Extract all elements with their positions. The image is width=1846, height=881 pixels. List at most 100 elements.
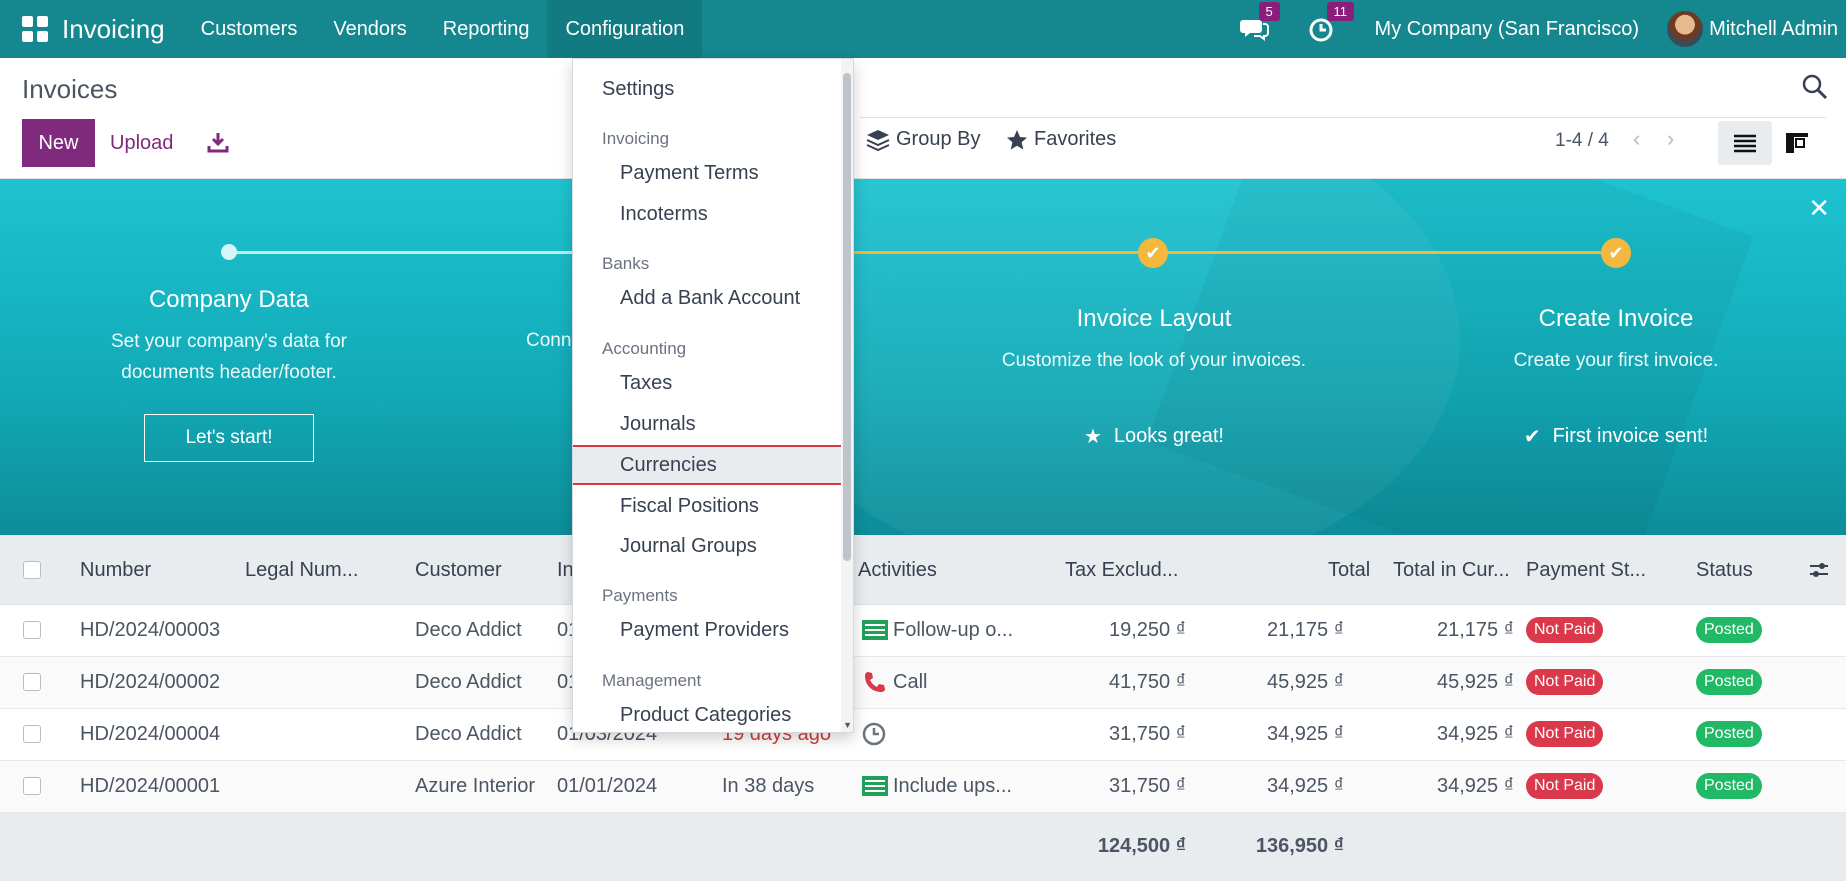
step-description: Set your company's data for: [111, 331, 347, 352]
favorites-button[interactable]: Favorites: [1006, 128, 1116, 151]
control-panel: Invoices New Upload Group By Favorites 1…: [0, 58, 1846, 179]
step-company-data: Company Data Set your company's data for…: [29, 286, 429, 462]
close-banner-icon[interactable]: ✕: [1808, 193, 1830, 224]
menu-configuration[interactable]: Configuration: [547, 0, 703, 58]
table-row[interactable]: HD/2024/00004 Deco Addict 01/03/2024 19 …: [0, 709, 1846, 761]
step-description: documents header/footer.: [121, 362, 337, 383]
user-avatar[interactable]: [1667, 11, 1704, 47]
column-settings-icon[interactable]: [1808, 559, 1830, 581]
cell-customer: Azure Interior: [415, 775, 536, 797]
star-icon: ★: [1083, 426, 1102, 448]
cell-total-currency: 34,925 ₫: [1437, 775, 1514, 797]
cell-tax-excluded: 31,750 ₫: [1109, 775, 1186, 797]
menu-section-management: Management: [602, 671, 702, 690]
scroll-down-icon[interactable]: ▼: [843, 720, 852, 730]
step-description: Customize the look of your invoices.: [1001, 350, 1307, 371]
search-icon[interactable]: [1800, 72, 1830, 102]
task-icon[interactable]: [861, 618, 889, 642]
star-icon: [1007, 129, 1027, 150]
menu-item-currencies[interactable]: Currencies: [573, 445, 843, 485]
step-dot: [221, 244, 237, 260]
check-icon: ✔: [1523, 426, 1541, 448]
column-total-currency[interactable]: Total in Cur...: [1393, 559, 1510, 582]
column-tax-excluded[interactable]: Tax Exclud...: [1065, 559, 1178, 582]
table-row[interactable]: HD/2024/00003 Deco Addict 01 Follow-up o…: [0, 605, 1846, 657]
menu-item-incoterms[interactable]: Incoterms: [573, 194, 843, 234]
group-by-button[interactable]: Group By: [866, 128, 980, 151]
menu-item-journals[interactable]: Journals: [573, 404, 843, 444]
app-brand[interactable]: Invoicing: [62, 14, 165, 45]
cell-invoice-date: 01/01/2024: [557, 775, 658, 797]
step-title: Invoice Layout: [1076, 305, 1232, 332]
column-customer[interactable]: Customer: [415, 559, 502, 582]
new-button[interactable]: New: [22, 119, 95, 167]
cell-number: HD/2024/00003: [80, 619, 221, 641]
pager-next-icon[interactable]: ›: [1667, 126, 1691, 156]
status-badge: Posted: [1696, 617, 1762, 643]
company-switcher[interactable]: My Company (San Francisco): [1375, 18, 1640, 41]
menu-item-product-categories[interactable]: Product Categories: [573, 695, 843, 732]
cell-total: 34,925 ₫: [1267, 775, 1344, 797]
menu-item-journal-groups[interactable]: Journal Groups: [573, 526, 843, 566]
column-payment-status[interactable]: Payment St...: [1526, 559, 1646, 582]
payment-status-badge: Not Paid: [1526, 669, 1604, 695]
column-legal-number[interactable]: Legal Num...: [245, 559, 358, 582]
menu-section-accounting: Accounting: [602, 339, 687, 358]
cell-activity: Include ups...: [893, 775, 1012, 797]
messages-button[interactable]: 5: [1239, 2, 1280, 44]
looks-great-status: ★ Looks great!: [954, 424, 1354, 449]
cell-total-currency: 34,925 ₫: [1437, 723, 1514, 745]
activities-badge: 11: [1326, 2, 1355, 21]
search-input[interactable]: [860, 117, 1826, 118]
clock-icon[interactable]: [862, 722, 886, 746]
list-view-button[interactable]: [1718, 121, 1772, 165]
table-row[interactable]: HD/2024/00002 Deco Addict 01 Call 41,750…: [0, 657, 1846, 709]
step-description: Create your first invoice.: [1513, 350, 1719, 371]
first-invoice-status: ✔ First invoice sent!: [1416, 424, 1816, 449]
dropdown-scrollbar[interactable]: ▼: [841, 59, 853, 732]
menu-reporting[interactable]: Reporting: [425, 0, 548, 58]
lets-start-button[interactable]: Let's start!: [144, 414, 314, 462]
table-row[interactable]: HD/2024/00001 Azure Interior 01/01/2024 …: [0, 761, 1846, 813]
menu-vendors[interactable]: Vendors: [315, 0, 424, 58]
cell-tax-excluded: 41,750 ₫: [1109, 671, 1186, 693]
step-done-label: First invoice sent!: [1552, 425, 1709, 447]
table-footer-totals: 124,500 ₫ 136,950 ₫: [0, 813, 1846, 881]
apps-menu-icon[interactable]: [22, 16, 48, 42]
menu-item-fiscal-positions[interactable]: Fiscal Positions: [573, 486, 843, 526]
row-checkbox[interactable]: [23, 621, 41, 639]
menu-customers[interactable]: Customers: [183, 0, 316, 58]
menu-item-payment-terms[interactable]: Payment Terms: [573, 153, 843, 193]
upload-button[interactable]: Upload: [110, 119, 173, 167]
column-activities[interactable]: Activities: [858, 559, 937, 582]
menu-item-settings[interactable]: Settings: [573, 69, 843, 109]
messages-badge: 5: [1258, 2, 1280, 21]
column-status[interactable]: Status: [1696, 559, 1753, 582]
download-icon[interactable]: [206, 130, 230, 154]
row-checkbox[interactable]: [23, 673, 41, 691]
cell-number: HD/2024/00002: [80, 671, 221, 693]
phone-icon[interactable]: [863, 670, 887, 694]
column-total[interactable]: Total: [1328, 559, 1370, 582]
menu-item-payment-providers[interactable]: Payment Providers: [573, 610, 843, 650]
cell-total: 45,925 ₫: [1267, 671, 1344, 693]
column-number[interactable]: Number: [80, 559, 151, 582]
row-checkbox[interactable]: [23, 777, 41, 795]
menu-section-banks: Banks: [602, 254, 650, 273]
select-all-checkbox[interactable]: [23, 561, 41, 579]
menu-item-taxes[interactable]: Taxes: [573, 363, 843, 403]
row-checkbox[interactable]: [23, 725, 41, 743]
task-icon[interactable]: [861, 774, 889, 798]
kanban-view-button[interactable]: [1778, 121, 1818, 165]
step-create-invoice: Create Invoice Create your first invoice…: [1416, 305, 1816, 449]
user-menu[interactable]: Mitchell Admin: [1709, 18, 1838, 41]
menu-item-add-bank-account[interactable]: Add a Bank Account: [573, 278, 843, 318]
top-navbar: Invoicing Customers Vendors Reporting Co…: [0, 0, 1846, 58]
cell-due-date: In 38 days: [722, 775, 815, 797]
cell-number: HD/2024/00001: [80, 775, 221, 797]
activities-button[interactable]: 11: [1307, 2, 1355, 44]
cell-total-currency: 45,925 ₫: [1437, 671, 1514, 693]
pager-previous-icon[interactable]: ‹: [1633, 126, 1657, 156]
scrollbar-thumb[interactable]: [843, 73, 851, 561]
pager-value[interactable]: 1-4 / 4: [1555, 130, 1609, 152]
